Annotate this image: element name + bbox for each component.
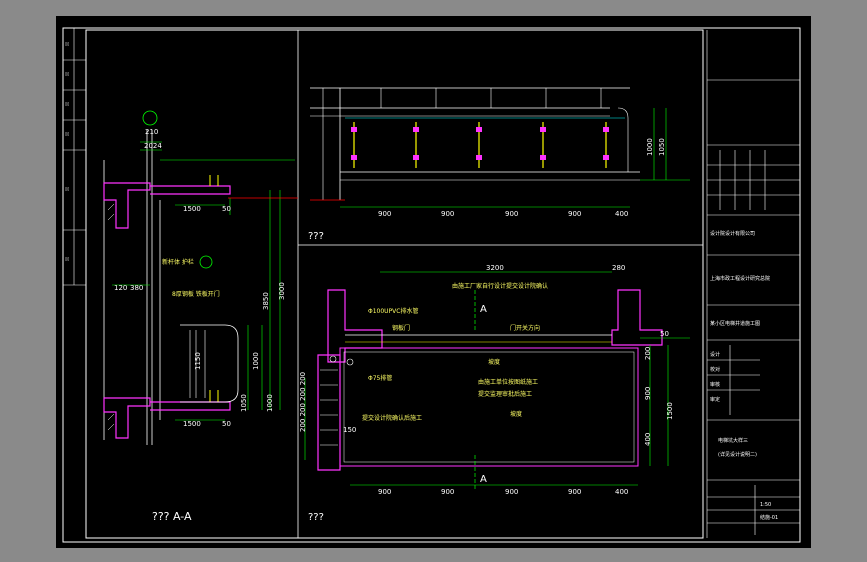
- plan-dim-50: 50: [660, 330, 669, 338]
- tb-drawing-sub: (详见设计说明二): [718, 451, 757, 458]
- elev-dim-1050: 1050: [658, 138, 666, 156]
- svg-text:▯▯: ▯▯: [65, 41, 69, 46]
- dim-120: 120: [114, 284, 127, 292]
- svg-text:▯▯: ▯▯: [65, 256, 69, 261]
- dim-3850: 3850: [262, 292, 270, 310]
- dim-1050: 1050: [240, 394, 248, 412]
- plan-note-mid1: 由施工单位按图纸施工: [478, 378, 538, 386]
- tb-drawing-name: 电梯坑大样三: [718, 437, 748, 444]
- dim-1150: 1150: [194, 352, 202, 370]
- plan-dim-3200: 3200: [486, 264, 504, 272]
- elevation-view-title: ???: [308, 231, 324, 242]
- tb-row-1: 设计: [710, 351, 720, 358]
- tb-scale: 1:50: [760, 502, 771, 508]
- plan-note-mid3: 提交设计院确认后施工: [362, 414, 422, 422]
- dim-2024: 2024: [144, 142, 162, 150]
- tb-firm-mid: 上海市政工程设计研究总院: [710, 275, 770, 282]
- dim-50-bottom: 50: [222, 420, 231, 428]
- elev-dim-4: 900: [568, 210, 581, 218]
- plan-bottom-dim-2: 900: [441, 488, 454, 496]
- plan-dim-1500: 1500: [666, 402, 674, 420]
- dim-1500-bottom: 1500: [183, 420, 201, 428]
- plan-pipe-2: Φ75排管: [368, 374, 392, 382]
- plan-slope-1: 坡度: [488, 358, 500, 366]
- plan-section-a-bottom: A: [480, 474, 487, 485]
- svg-text:▯▯: ▯▯: [65, 101, 69, 106]
- plan-note-top: 由施工厂家自行设计提交设计院确认: [452, 282, 548, 290]
- plan-door-1: 钢板门: [392, 324, 410, 332]
- plan-bottom-dim-1: 900: [378, 488, 391, 496]
- plan-section-a-top: A: [480, 304, 487, 315]
- section-note-railing: 新杆体 护栏: [162, 258, 194, 266]
- dim-210: 210: [145, 128, 158, 136]
- svg-text:▯▯: ▯▯: [65, 131, 69, 136]
- dim-3000: 3000: [278, 282, 286, 300]
- plan-bottom-dim-3: 900: [505, 488, 518, 496]
- plan-slope-2: 坡度: [510, 410, 522, 418]
- tb-row-3: 审核: [710, 381, 720, 388]
- tb-firm-top: 设计院设计有限公司: [710, 230, 755, 237]
- svg-text:▯▯: ▯▯: [65, 71, 69, 76]
- dim-1500-top: 1500: [183, 205, 201, 213]
- tb-sheet-no: 结施-01: [760, 514, 778, 521]
- plan-note-mid2: 提交监理审批后施工: [478, 390, 532, 398]
- elev-dim-2: 900: [441, 210, 454, 218]
- dim-1000: 1000: [252, 352, 260, 370]
- plan-dim-400: 400: [644, 433, 652, 446]
- plan-view-title: ???: [308, 512, 324, 523]
- elev-dim-1: 900: [378, 210, 391, 218]
- tb-row-2: 校对: [710, 366, 720, 373]
- plan-dim-280: 280: [612, 264, 625, 272]
- dim-1000b: 1000: [266, 394, 274, 412]
- elev-dim-1000: 1000: [646, 138, 654, 156]
- section-view-title: ??? A-A: [152, 510, 192, 523]
- tb-project: 某小区电梯井道施工图: [710, 320, 760, 327]
- plan-dim-200: 200: [644, 347, 652, 360]
- dim-50-top: 50: [222, 205, 231, 213]
- plan-dim-left-stack: 200 200 200 200: [299, 372, 307, 432]
- svg-text:▯▯: ▯▯: [65, 186, 69, 191]
- section-note-door: 8厚钢板 铁板开门: [172, 290, 220, 298]
- drawing-background: [56, 16, 811, 548]
- plan-dim-150: 150: [343, 426, 356, 434]
- plan-dim-900: 900: [644, 387, 652, 400]
- elev-dim-5: 400: [615, 210, 628, 218]
- cad-drawing-sheet: ▯▯ ▯▯ ▯▯ ▯▯ ▯▯ ▯▯ 210 2024 1500 50 1500 50 1…: [56, 16, 811, 548]
- tb-row-4: 审定: [710, 396, 720, 403]
- dim-380: 380: [130, 284, 143, 292]
- plan-bottom-dim-4: 900: [568, 488, 581, 496]
- plan-bottom-dim-5: 400: [615, 488, 628, 496]
- elev-dim-3: 900: [505, 210, 518, 218]
- plan-door-2: 门开关方向: [510, 324, 540, 332]
- plan-pipe-1: Φ100UPVC排水管: [368, 307, 418, 315]
